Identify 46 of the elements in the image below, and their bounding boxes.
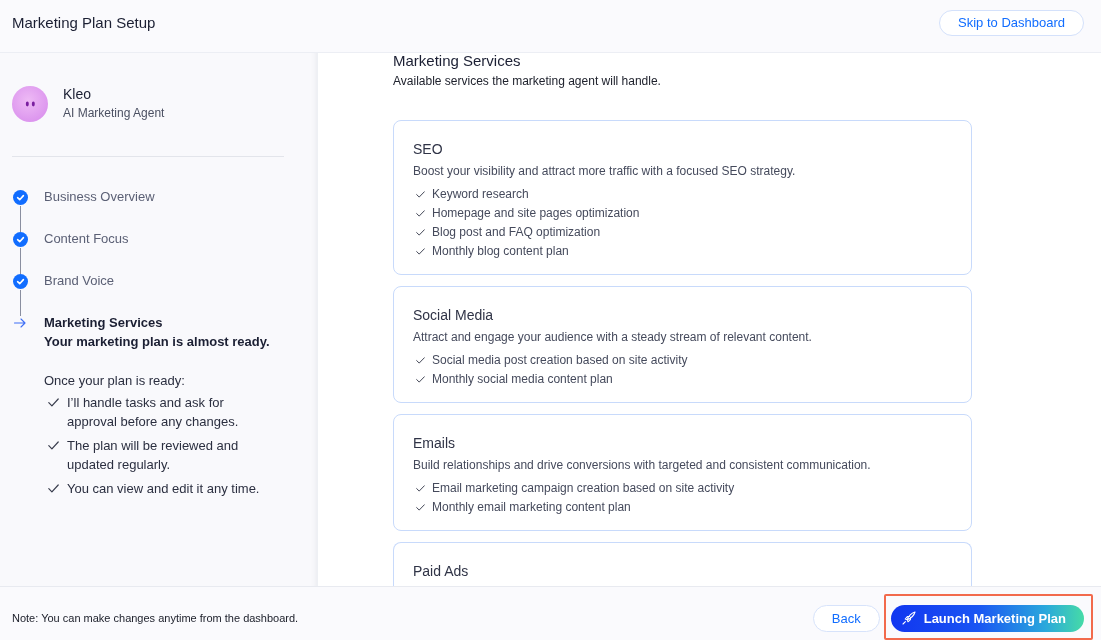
step-label: Content Focus	[44, 230, 130, 248]
check-icon	[416, 376, 425, 383]
step-note: Your marketing plan is almost ready.	[44, 333, 271, 351]
check-icon	[416, 485, 425, 492]
step-label: Marketing Services	[44, 314, 164, 332]
header-title: Marketing Plan Setup	[12, 13, 156, 32]
step-label: Brand Voice	[44, 272, 116, 290]
card-description: Boost your visibility and attract more traffic with a focused SEO strategy.	[413, 163, 797, 179]
feature-text: Social media post creation based on site activity	[432, 352, 688, 369]
check-icon	[416, 191, 425, 198]
card-title: Emails	[413, 434, 456, 452]
agent-name: Kleo	[63, 85, 93, 103]
agent-role: AI Marketing Agent	[63, 105, 165, 122]
check-icon	[416, 229, 425, 236]
check-icon	[48, 398, 59, 407]
check-icon	[416, 210, 425, 217]
check-icon	[48, 484, 59, 493]
check-icon	[416, 248, 425, 255]
plan-point: You can view and edit it any time.	[67, 480, 261, 498]
plan-point: The plan will be reviewed and updated regularly.	[67, 437, 240, 474]
avatar-icon	[12, 85, 48, 122]
card-description: Build relationships and drive conversions with targeted and consistent communication.	[413, 457, 872, 473]
launch-button[interactable]: Launch Marketing Plan	[890, 604, 1084, 632]
check-icon	[48, 441, 59, 450]
card-title: Social Media	[413, 306, 495, 324]
plan-point: I’ll handle tasks and ask for approval before any changes.	[67, 394, 240, 431]
card-title: Paid Ads	[413, 562, 470, 580]
footer-note: Note: You can make changes anytime from the dashboard.	[12, 611, 299, 625]
plan-intro: Once your plan is ready:	[44, 372, 186, 390]
back-button[interactable]: Back	[812, 604, 880, 632]
feature-text: Monthly social media content plan	[432, 371, 613, 388]
rocket-icon	[901, 611, 916, 625]
feature-text: Blog post and FAQ optimization	[432, 224, 601, 241]
skip-button[interactable]: Skip to Dashboard	[939, 9, 1084, 36]
card-title: SEO	[413, 140, 444, 158]
feature-text: Email marketing campaign creation based on site activity	[432, 480, 735, 497]
feature-text: Monthly email marketing content plan	[432, 499, 631, 516]
section-subtitle: Available services the marketing agent will handle.	[393, 73, 662, 89]
check-icon	[416, 504, 425, 511]
check-icon	[416, 357, 425, 364]
section-title: Marketing Services	[393, 53, 522, 69]
card-description: Attract and engage your audience with a steady stream of relevant content.	[413, 329, 813, 345]
step-label: Business Overview	[44, 188, 156, 206]
feature-text: Keyword research	[432, 186, 529, 203]
feature-text: Homepage and site pages optimization	[432, 205, 640, 222]
feature-text: Monthly blog content plan	[432, 243, 569, 260]
